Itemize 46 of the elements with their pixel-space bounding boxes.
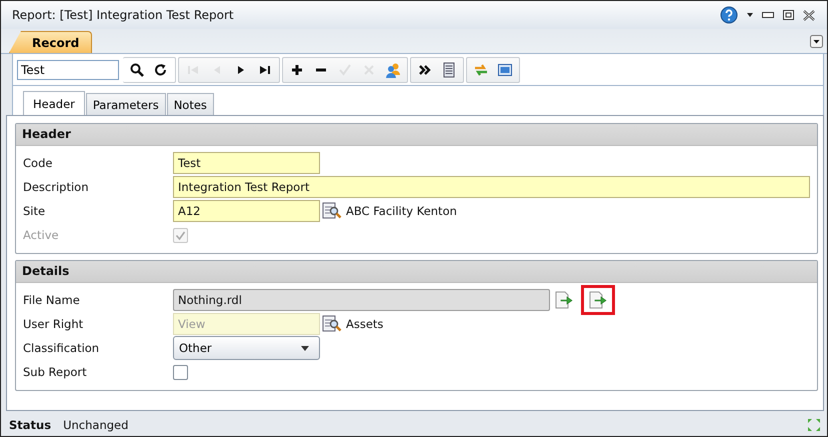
lookup-text: Assets [346, 317, 384, 331]
minus-icon [316, 68, 326, 72]
search-field[interactable]: Test [17, 60, 119, 80]
field-label: Classification [23, 341, 100, 355]
field-label: User Right [23, 317, 84, 331]
lookup-field[interactable]: A12 [173, 200, 320, 222]
text-field[interactable]: Integration Test Report [173, 176, 810, 198]
users-icon [385, 62, 401, 78]
field-label: Code [23, 156, 54, 170]
section-header: Header [16, 124, 817, 146]
minimize-icon[interactable] [762, 12, 774, 18]
tab[interactable]: Parameters [86, 93, 166, 115]
file-field[interactable]: Nothing.rdl [173, 289, 550, 311]
file-arrow-icon [588, 291, 608, 309]
lookup-icon[interactable] [322, 202, 342, 220]
checkmark-icon [337, 62, 353, 78]
text-field[interactable]: Test [173, 152, 320, 174]
field-label: Site [23, 204, 46, 218]
swap-arrows-icon [473, 62, 489, 78]
tab[interactable]: Notes [166, 93, 214, 115]
refresh-icon [153, 62, 169, 78]
section-header: Details [16, 261, 817, 283]
maximize-icon[interactable] [783, 10, 794, 20]
search-icon [129, 62, 145, 78]
lookup-text: ABC Facility Kenton [346, 204, 457, 218]
close-icon[interactable] [803, 10, 815, 20]
document-list-icon [441, 62, 457, 78]
field-label: Description [23, 180, 90, 194]
window-title: Report: [Test] Integration Test Report [12, 8, 235, 22]
caret-icon[interactable] [747, 13, 753, 17]
file-arrow-icon [554, 291, 574, 309]
window-icon [497, 62, 513, 78]
ribbon-tab[interactable]: Record [9, 31, 92, 53]
lookup-icon[interactable] [322, 315, 342, 333]
dropdown[interactable]: Other [173, 336, 320, 360]
status-value: Unchanged [63, 418, 128, 432]
field-label: File Name [23, 293, 81, 307]
help-icon[interactable] [720, 6, 738, 24]
field-label: Sub Report [23, 365, 88, 379]
dropdown-icon[interactable] [810, 35, 823, 48]
file-button[interactable] [581, 285, 615, 315]
status-label: Status [9, 418, 52, 432]
field-label: Active [23, 228, 60, 242]
checkbox[interactable] [173, 364, 188, 380]
tab[interactable]: Header [23, 91, 85, 116]
caret-icon [301, 346, 309, 350]
